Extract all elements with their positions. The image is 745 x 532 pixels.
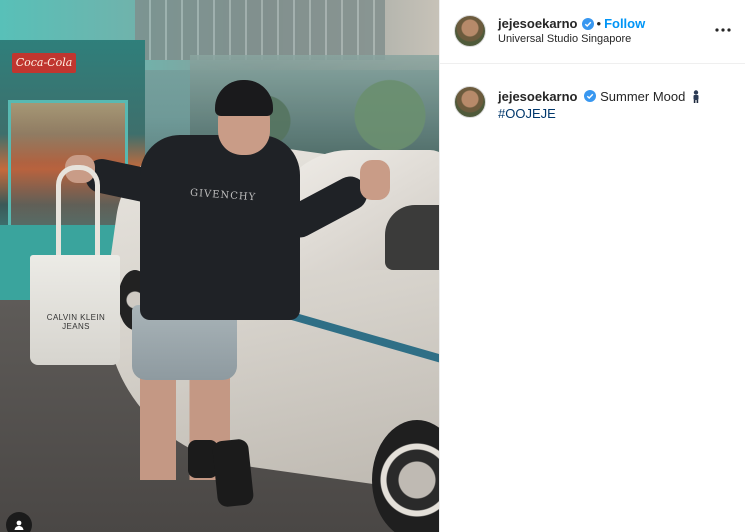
vintage-car-window bbox=[385, 205, 439, 270]
user-tag-icon bbox=[14, 520, 24, 530]
more-options-icon bbox=[715, 28, 731, 32]
avatar[interactable] bbox=[454, 15, 486, 47]
hashtag-link[interactable]: #OOJEJE bbox=[498, 105, 734, 122]
tote-bag-print: CALVIN KLEIN JEANS bbox=[46, 313, 106, 331]
caption-verified-badge-icon bbox=[584, 90, 597, 102]
person-hoodie bbox=[140, 135, 300, 320]
tote-bag-strap bbox=[56, 165, 100, 265]
man-emoji-icon bbox=[693, 90, 699, 103]
verified-badge-icon bbox=[581, 17, 594, 30]
header-separator: • bbox=[596, 16, 602, 31]
header-username[interactable]: jejesoekarno bbox=[498, 16, 578, 31]
follow-button[interactable]: Follow bbox=[604, 16, 645, 31]
right-sneaker bbox=[211, 438, 255, 508]
tagged-user-button[interactable] bbox=[6, 512, 32, 532]
post-photo[interactable]: Coca-Cola GIVENCHY CALVIN KLEIN JEANS bbox=[0, 0, 439, 532]
caption-text: jejesoekarno Summer Mood #OOJEJE bbox=[498, 88, 734, 122]
tote-bag bbox=[30, 255, 120, 365]
coca-cola-sign: Coca-Cola bbox=[12, 53, 76, 73]
person-right-hand bbox=[360, 160, 390, 200]
post-sidebar: jejesoekarno • Follow Universal Studio S… bbox=[439, 0, 745, 532]
building-windows bbox=[135, 0, 385, 60]
caption-body: Summer Mood bbox=[600, 89, 686, 104]
post-header: jejesoekarno • Follow Universal Studio S… bbox=[440, 0, 745, 64]
instagram-post: Coca-Cola GIVENCHY CALVIN KLEIN JEANS je… bbox=[0, 0, 745, 532]
location-link[interactable]: Universal Studio Singapore bbox=[498, 33, 631, 45]
header-user-line: jejesoekarno • Follow bbox=[498, 16, 645, 31]
more-options-button[interactable] bbox=[713, 20, 733, 40]
caption-username[interactable]: jejesoekarno bbox=[498, 89, 578, 104]
caption-avatar[interactable] bbox=[454, 86, 486, 118]
